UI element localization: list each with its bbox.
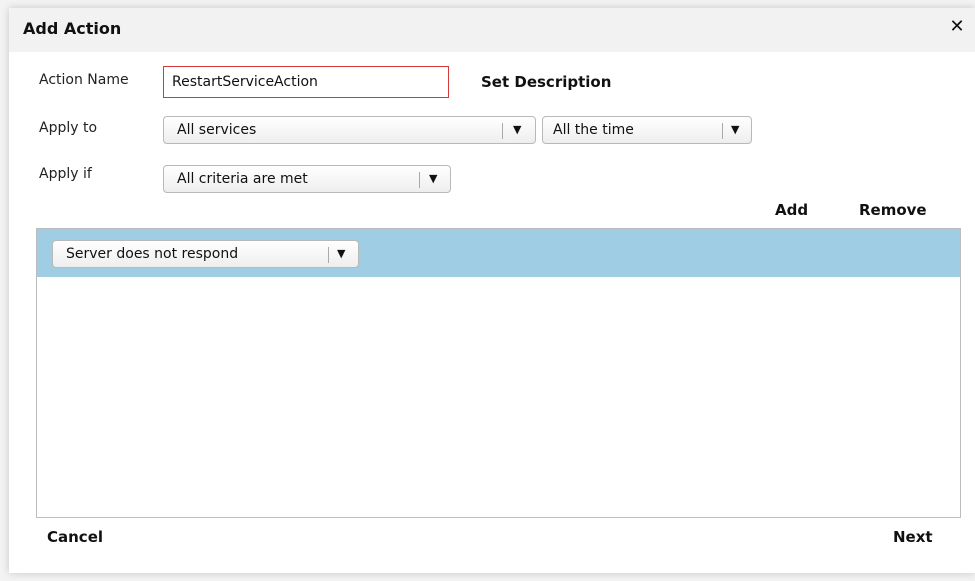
apply-to-label: Apply to [39, 120, 98, 136]
add-criteria-button[interactable]: Add [775, 201, 808, 219]
select-divider [419, 172, 420, 188]
apply-to-time-select[interactable]: All the time ▼ [542, 116, 752, 144]
apply-to-time-value: All the time [553, 122, 634, 138]
apply-to-services-value: All services [177, 122, 257, 138]
select-divider [328, 247, 329, 263]
cancel-button[interactable]: Cancel [47, 528, 103, 546]
apply-if-label: Apply if [39, 166, 92, 182]
close-icon[interactable]: ✕ [947, 17, 967, 37]
apply-if-value: All criteria are met [177, 171, 308, 187]
criteria-condition-value: Server does not respond [66, 246, 239, 262]
action-name-input[interactable] [163, 66, 449, 98]
apply-to-services-select[interactable]: All services ▼ [163, 116, 536, 144]
remove-criteria-button[interactable]: Remove [859, 201, 927, 219]
criteria-condition-select[interactable]: Server does not respond ▼ [52, 240, 359, 268]
dropdown-arrow-icon: ▼ [429, 172, 438, 185]
set-description-link[interactable]: Set Description [481, 73, 611, 91]
add-action-dialog: Add Action ✕ Action Name Set Description… [9, 8, 975, 573]
next-button[interactable]: Next [893, 528, 933, 546]
select-divider [502, 123, 503, 139]
dropdown-arrow-icon: ▼ [337, 247, 346, 260]
criteria-row[interactable]: Server does not respond ▼ [37, 229, 960, 277]
select-divider [722, 123, 723, 139]
criteria-list: Server does not respond ▼ [36, 228, 961, 518]
dropdown-arrow-icon: ▼ [731, 123, 740, 136]
dropdown-arrow-icon: ▼ [513, 123, 522, 136]
dialog-title-bar: Add Action ✕ [9, 8, 975, 52]
action-name-label: Action Name [39, 72, 129, 88]
page-background: Add Action ✕ Action Name Set Description… [0, 0, 975, 581]
dialog-title: Add Action [23, 19, 122, 38]
apply-if-select[interactable]: All criteria are met ▼ [163, 165, 451, 193]
